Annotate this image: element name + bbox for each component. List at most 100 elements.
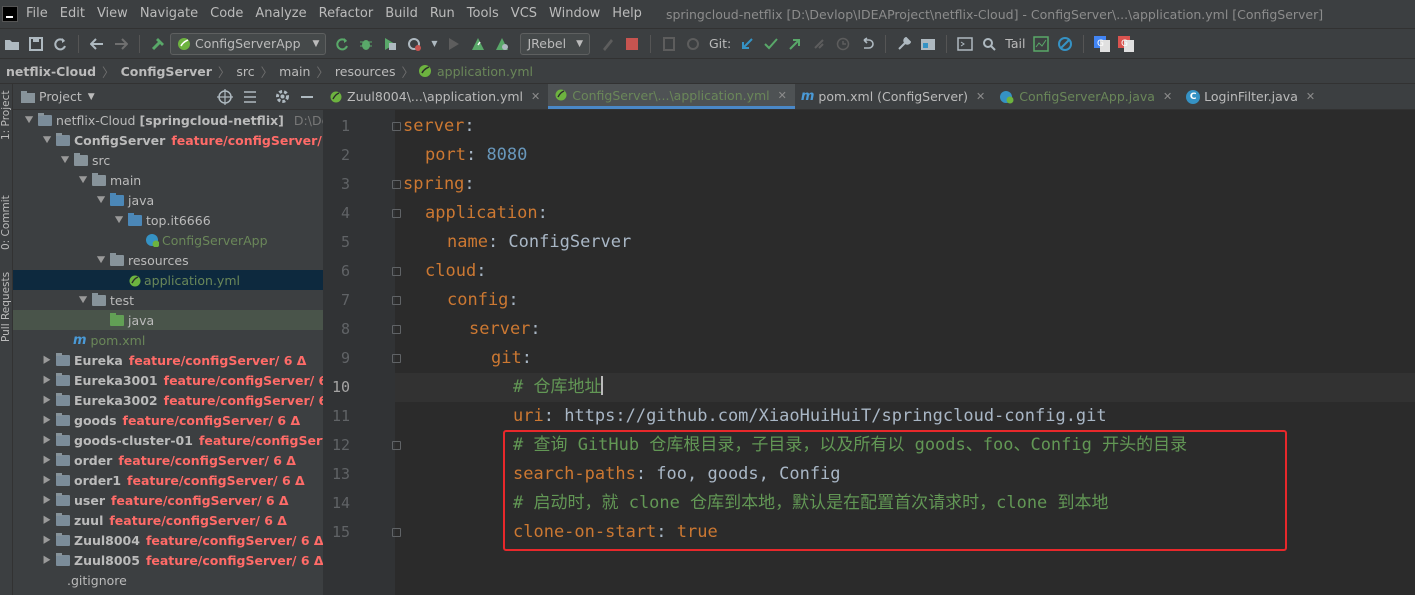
statistic-chart-icon[interactable] [1033, 35, 1050, 52]
chevron-down-icon[interactable]: ▼ [40, 135, 54, 145]
run-configuration-select[interactable]: ConfigServerApp ▼ [170, 32, 327, 55]
build-hammer-icon[interactable] [150, 36, 166, 52]
editor-tab[interactable]: C LoginFilter.java ✕ [1180, 84, 1323, 109]
breadcrumb-item[interactable]: netflix-Cloud [4, 64, 98, 79]
vcs-push-icon[interactable] [787, 36, 803, 52]
open-folder-icon[interactable] [4, 36, 20, 52]
tree-row[interactable]: ▼ top.it6666 [13, 210, 323, 230]
close-tab-icon[interactable]: ✕ [778, 89, 787, 102]
hide-panel-icon[interactable] [301, 96, 313, 98]
fold-marker-icon[interactable] [392, 354, 401, 363]
wrench-icon[interactable] [896, 36, 912, 52]
tree-row[interactable]: ConfigServerApp [13, 230, 323, 250]
breadcrumb-item[interactable]: resources [333, 64, 398, 79]
rerun-icon[interactable] [334, 36, 350, 52]
tree-row[interactable]: ▼ java [13, 190, 323, 210]
menu-window[interactable]: Window [543, 0, 606, 28]
locate-target-icon[interactable] [217, 89, 233, 108]
breadcrumb-item[interactable]: src [234, 64, 256, 79]
chevron-down-icon[interactable]: ▼ [76, 175, 90, 185]
tree-row[interactable]: ▶ goods-cluster-01 feature/configServer/ [13, 430, 323, 450]
back-icon[interactable] [89, 36, 105, 52]
menu-build[interactable]: Build [379, 0, 424, 28]
gear-icon[interactable] [275, 89, 290, 107]
synchronize-icon[interactable] [52, 36, 68, 52]
editor-tab[interactable]: Zuul8004\...\application.yml ✕ [323, 84, 548, 109]
baidu-translate-icon[interactable]: G [1118, 35, 1135, 52]
tree-row[interactable]: ▼ main [13, 170, 323, 190]
fold-marker-icon[interactable] [392, 180, 401, 189]
chevron-down-icon[interactable]: ▼ [430, 36, 438, 52]
menu-tools[interactable]: Tools [461, 0, 505, 28]
fold-marker-icon[interactable] [392, 441, 401, 450]
chevron-right-icon[interactable]: ▶ [41, 514, 53, 526]
chevron-down-icon[interactable]: ▼ [76, 295, 90, 305]
tree-row[interactable]: ▶ Eureka3001 feature/configServer/ 6 Δ [13, 370, 323, 390]
debug-bug-icon[interactable] [358, 36, 374, 52]
editor-tab[interactable]: m pom.xml (ConfigServer) ✕ [795, 84, 993, 109]
jrebel-debug-icon[interactable] [494, 36, 510, 52]
fold-marker-icon[interactable] [392, 528, 401, 537]
save-all-icon[interactable] [28, 36, 44, 52]
fold-marker-icon[interactable] [392, 267, 401, 276]
chevron-down-icon[interactable]: ▼ [94, 255, 108, 265]
tree-row[interactable]: ▼ netflix-Cloud[springcloud-netflix] D:\De… [13, 110, 323, 130]
tree-row[interactable]: ▶ Eureka3002 feature/configServer/ 6 Δ [13, 390, 323, 410]
menu-help[interactable]: Help [606, 0, 648, 28]
tree-row[interactable]: ▶ Zuul8004 feature/configServer/ 6 Δ [13, 530, 323, 550]
chevron-right-icon[interactable]: ▶ [41, 554, 53, 566]
chevron-right-icon[interactable]: ▶ [41, 494, 53, 506]
menu-view[interactable]: View [91, 0, 134, 28]
editor-tab[interactable]: ConfigServer\...\application.yml ✕ [548, 84, 795, 109]
breadcrumb-item[interactable]: ConfigServer [119, 64, 214, 79]
history-clock-icon[interactable] [835, 36, 851, 52]
tree-row[interactable]: .gitignore [13, 570, 323, 590]
tree-row[interactable]: ▶ order1 feature/configServer/ 6 Δ [13, 470, 323, 490]
tree-row[interactable]: ▶ Zuul8005 feature/configServer/ 6 Δ [13, 550, 323, 570]
chevron-down-icon[interactable]: ▼ [112, 215, 126, 225]
fold-marker-icon[interactable] [392, 122, 401, 131]
tree-row[interactable]: application.yml [13, 270, 323, 290]
tail-button[interactable]: Tail [1005, 36, 1025, 51]
search-icon[interactable] [981, 36, 997, 52]
tree-row[interactable]: ▶ zuul feature/configServer/ 6 Δ [13, 510, 323, 530]
tree-row[interactable]: m pom.xml [13, 330, 323, 350]
menu-refactor[interactable]: Refactor [313, 0, 380, 28]
chevron-down-icon[interactable]: ▼ [58, 155, 72, 165]
close-tab-icon[interactable]: ✕ [976, 90, 985, 103]
rollback-icon[interactable] [859, 36, 875, 52]
stop-icon[interactable] [624, 36, 640, 52]
fold-marker-icon[interactable] [392, 209, 401, 218]
no-entry-icon[interactable] [1057, 36, 1073, 52]
jrebel-run-icon[interactable] [470, 36, 486, 52]
chevron-right-icon[interactable]: ▶ [41, 374, 53, 386]
forward-icon[interactable] [113, 36, 129, 52]
profile-icon[interactable] [406, 36, 422, 52]
terminal-icon[interactable] [957, 36, 974, 52]
collapse-all-icon[interactable] [243, 89, 257, 108]
tree-row[interactable]: ▶ order feature/configServer/ 6 Δ [13, 450, 323, 470]
tree-row[interactable]: ▶ goods feature/configServer/ 6 Δ [13, 410, 323, 430]
tree-row[interactable]: ▶ user feature/configServer/ 6 Δ [13, 490, 323, 510]
editor-tab[interactable]: ConfigServerApp.java ✕ [993, 84, 1180, 109]
fold-marker-icon[interactable] [392, 325, 401, 334]
tree-row[interactable]: ▼ ConfigServer feature/configServer/ 6 Δ [13, 130, 323, 150]
chevron-down-icon[interactable]: ▼ [94, 195, 108, 205]
chevron-right-icon[interactable]: ▶ [41, 474, 53, 486]
close-tab-icon[interactable]: ✕ [531, 90, 540, 103]
chevron-right-icon[interactable]: ▶ [41, 354, 53, 366]
chevron-down-icon[interactable]: ▼ [22, 115, 36, 125]
chevron-right-icon[interactable]: ▶ [41, 534, 53, 546]
tree-row[interactable]: ▼ resources [13, 250, 323, 270]
vcs-commit-icon[interactable] [763, 36, 779, 52]
chevron-right-icon[interactable]: ▶ [41, 414, 53, 426]
menu-navigate[interactable]: Navigate [134, 0, 204, 28]
menu-vcs[interactable]: VCS [505, 0, 543, 28]
menu-edit[interactable]: Edit [54, 0, 91, 28]
run-coverage-icon[interactable] [382, 36, 398, 52]
breadcrumb-item[interactable]: application.yml [435, 64, 535, 79]
tree-row[interactable]: ▶ Eureka feature/configServer/ 6 Δ [13, 350, 323, 370]
menu-analyze[interactable]: Analyze [249, 0, 312, 28]
menu-code[interactable]: Code [204, 0, 249, 28]
chevron-right-icon[interactable]: ▶ [41, 434, 53, 446]
